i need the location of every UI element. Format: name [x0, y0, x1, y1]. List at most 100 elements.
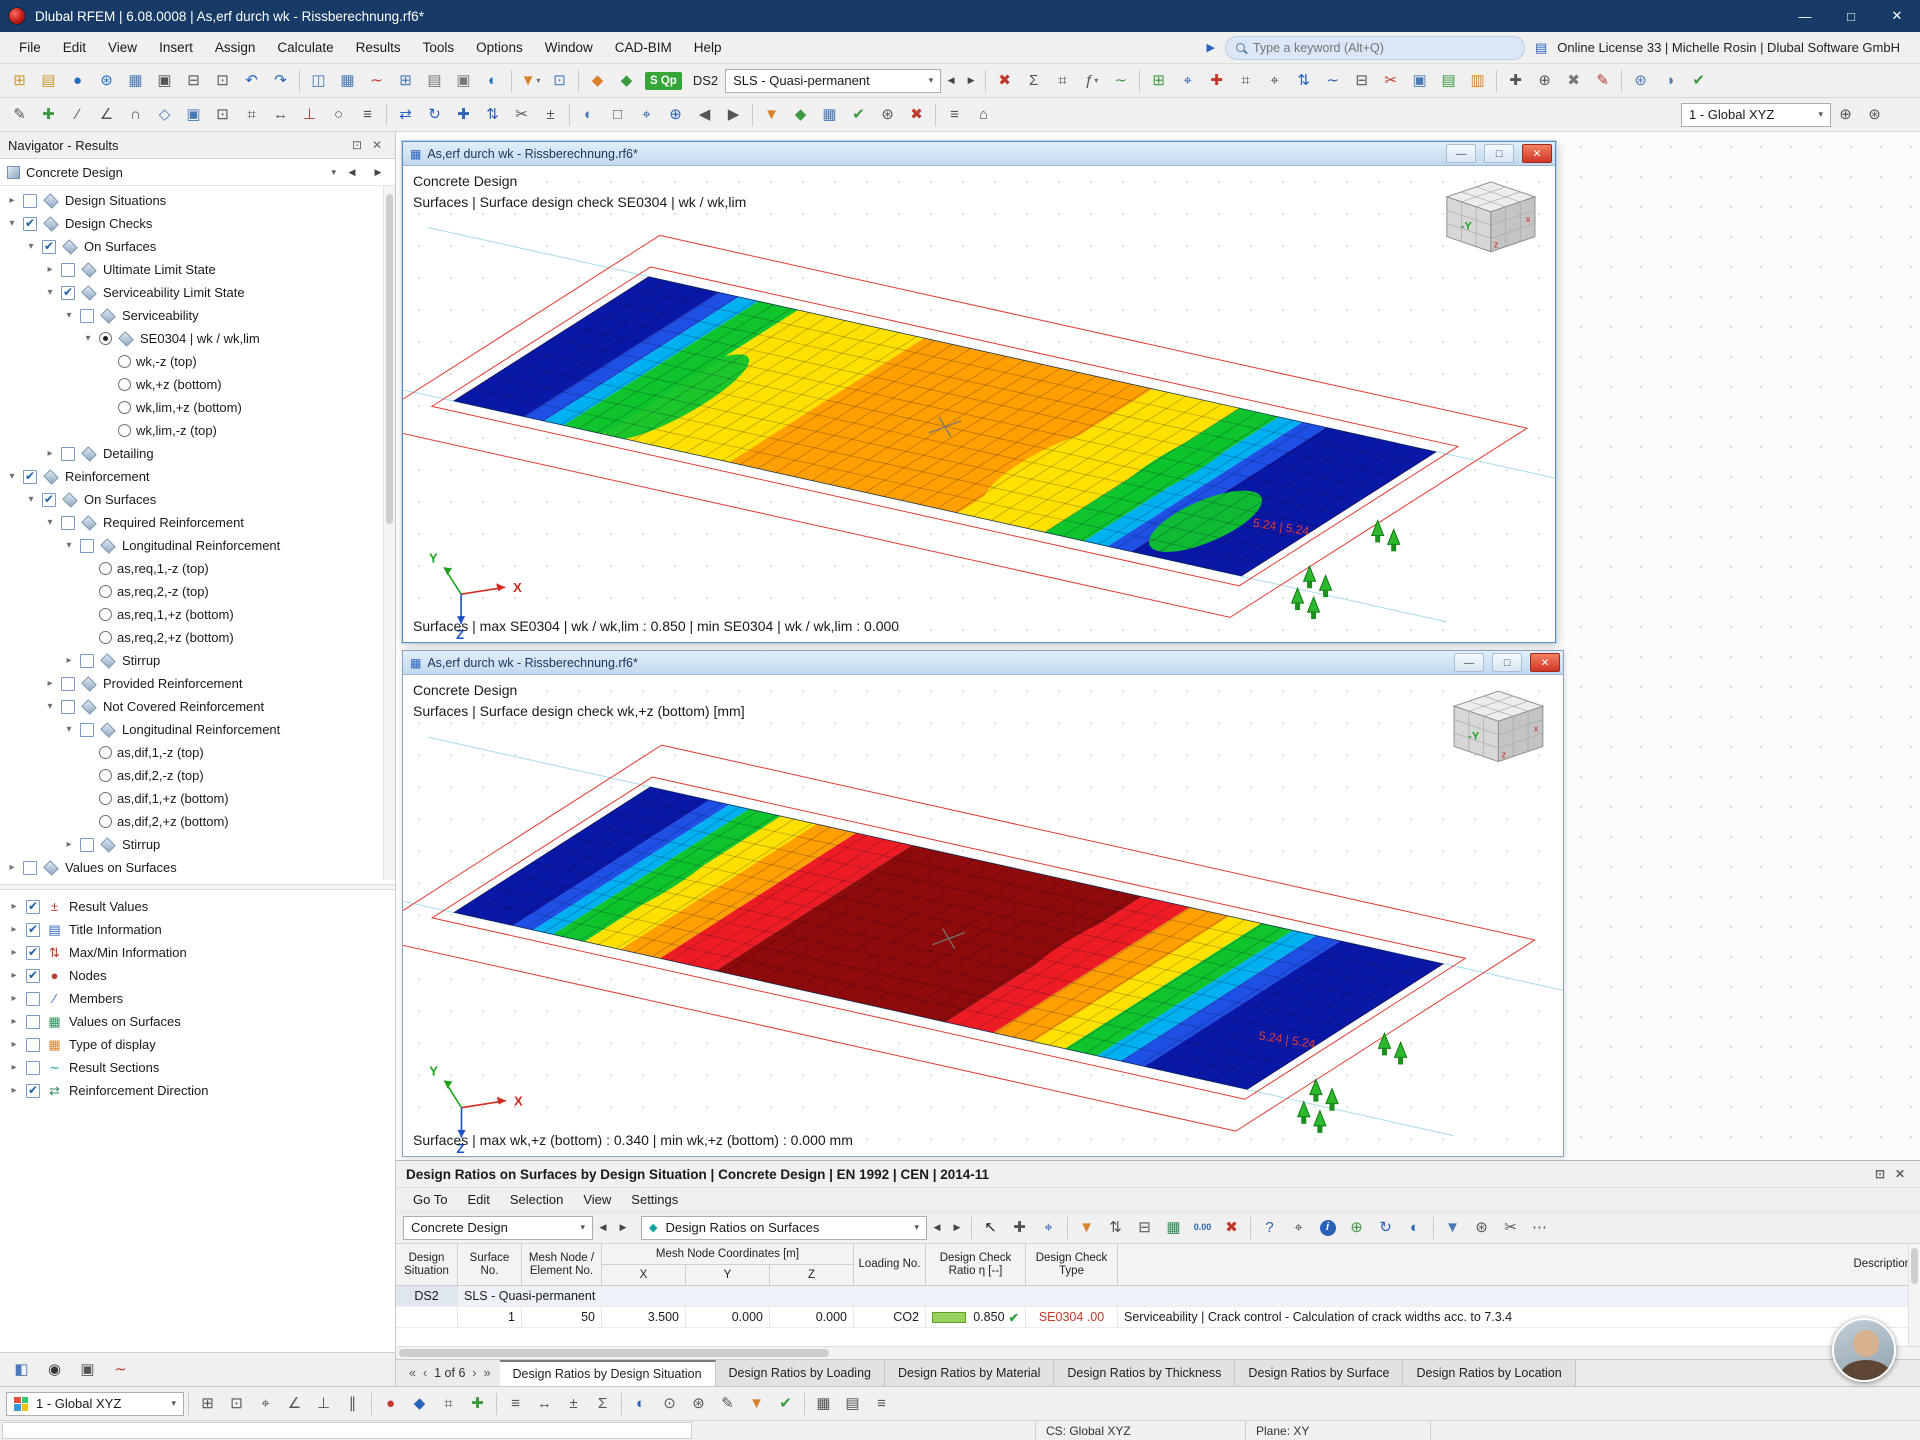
tree-item[interactable]: as,req,2,+z (bottom) — [0, 626, 395, 649]
expander-icon[interactable]: ▸ — [44, 448, 56, 459]
find-node-icon[interactable]: ⌖ — [1174, 67, 1201, 94]
tree-checkbox[interactable] — [80, 837, 94, 852]
expander-icon[interactable]: ▸ — [63, 839, 75, 850]
expander-icon[interactable]: ▾ — [44, 287, 56, 298]
display-option-checkbox[interactable] — [26, 1014, 40, 1029]
expander-icon[interactable]: ▸ — [8, 1039, 20, 1050]
tree-checkbox[interactable] — [61, 676, 75, 691]
expander-icon[interactable]: ▾ — [63, 724, 75, 735]
addon-selector[interactable]: Concrete Design ▾ ◀ ▶ — [0, 159, 395, 186]
axes-icon[interactable]: ✚ — [1203, 67, 1230, 94]
panels-icon[interactable]: ⊞ — [392, 67, 419, 94]
measure-icon[interactable]: ± — [537, 101, 564, 128]
apply-icon[interactable]: ✔ — [1685, 67, 1712, 94]
insert-opening-icon[interactable]: ⊡ — [209, 101, 236, 128]
dlubal-cloud-icon[interactable]: ● — [64, 67, 91, 94]
viewport-close-button[interactable]: ✕ — [1522, 144, 1552, 163]
filter2-icon[interactable]: ▼ — [758, 101, 785, 128]
navigator-scrollbar[interactable] — [383, 186, 395, 880]
expander-icon[interactable]: ▸ — [44, 264, 56, 275]
dimension-icon[interactable]: ↔ — [267, 101, 294, 128]
display-option-checkbox[interactable] — [26, 1083, 40, 1098]
search-icon[interactable]: ⌖ — [1285, 1214, 1312, 1241]
menu-view[interactable]: View — [97, 36, 148, 60]
tree-item[interactable]: as,req,1,+z (bottom) — [0, 603, 395, 626]
viewport-top-titlebar[interactable]: ▦ As,erf durch wk - Rissberechnung.rf6* … — [403, 142, 1555, 166]
import-doc-icon[interactable]: ▥ — [1464, 67, 1491, 94]
tree-item[interactable]: ▾ Serviceability Limit State — [0, 281, 395, 304]
panel-close-icon[interactable]: ✕ — [1890, 1167, 1910, 1181]
expander-icon[interactable]: ▸ — [8, 924, 20, 935]
tab-design-ratios-by-loading[interactable]: Design Ratios by Loading — [715, 1360, 885, 1386]
visibility-toggle-icon[interactable]: ◐ — [627, 1390, 654, 1417]
expander-icon[interactable]: ▸ — [8, 1016, 20, 1027]
display-option-item[interactable]: ▸ ∼ Result Sections — [0, 1056, 395, 1079]
tree-item[interactable]: as,dif,1,-z (top) — [0, 741, 395, 764]
expander-icon[interactable]: ▸ — [8, 1062, 20, 1073]
keyword-search[interactable] — [1224, 35, 1525, 60]
tree-checkbox[interactable] — [42, 239, 56, 254]
views-icon[interactable]: ◐ — [1401, 1214, 1428, 1241]
viewport-maximize-button[interactable]: □ — [1492, 653, 1522, 672]
new-table-icon[interactable]: ▦ — [122, 67, 149, 94]
tab-design-ratios-by-location[interactable]: Design Ratios by Location — [1403, 1360, 1576, 1386]
result-scene-bottom[interactable]: 5.24 | 5.24XYZ-Yxz — [403, 675, 1563, 1156]
viewport-close-button[interactable]: ✕ — [1530, 653, 1560, 672]
edit-pencil-icon[interactable]: ✎ — [1589, 67, 1616, 94]
edit-icon[interactable]: ✎ — [714, 1390, 741, 1417]
array-icon[interactable]: ⇅ — [479, 101, 506, 128]
display-option-item[interactable]: ▸ ● Nodes — [0, 964, 395, 987]
tab-design-ratios-by-material[interactable]: Design Ratios by Material — [884, 1360, 1055, 1386]
view-next-icon[interactable]: ▶ — [720, 101, 747, 128]
insert-solid-icon[interactable]: ▣ — [180, 101, 207, 128]
table-prev-button[interactable]: ◀ — [593, 1216, 613, 1240]
table-view-combo[interactable]: ◆ Design Ratios on Surfaces ▾ — [641, 1215, 927, 1240]
tree-item[interactable]: as,dif,2,+z (bottom) — [0, 810, 395, 833]
tree-checkbox[interactable] — [61, 515, 75, 530]
new-table2-icon[interactable]: ⊞ — [1145, 67, 1172, 94]
display-option-item[interactable]: ▸ ± Result Values — [0, 895, 395, 918]
page-last-button[interactable]: » — [484, 1366, 491, 1380]
tree-checkbox[interactable] — [61, 285, 75, 300]
window-layout-icon[interactable]: ◫ — [305, 67, 332, 94]
expander-icon[interactable]: ▾ — [44, 701, 56, 712]
snap-angle-icon[interactable]: ∠ — [281, 1390, 308, 1417]
result-diagram-icon[interactable]: ∼ — [107, 1356, 134, 1383]
col-coordinates[interactable]: Mesh Node Coordinates [m] — [602, 1244, 854, 1265]
expander-icon[interactable]: ▸ — [6, 195, 18, 206]
tree-checkbox[interactable] — [61, 262, 75, 277]
menu-help[interactable]: Help — [683, 36, 733, 60]
table-menu-go-to[interactable]: Go To — [403, 1192, 457, 1207]
snap-perp-icon[interactable]: ⊥ — [310, 1390, 337, 1417]
visual-frame-icon[interactable]: ⊡ — [546, 67, 573, 94]
window-minimize-button[interactable]: — — [1782, 0, 1828, 32]
expander-icon[interactable]: ▸ — [6, 862, 18, 873]
filter-objects-icon[interactable]: ▼ ▾ — [517, 67, 544, 94]
expander-icon[interactable]: ▸ — [8, 901, 20, 912]
table-vertical-scrollbar[interactable] — [1908, 1244, 1920, 1346]
sets-icon[interactable]: ≡ — [354, 101, 381, 128]
viewport-bottom-canvas[interactable]: Concrete Design Surfaces | Surface desig… — [403, 675, 1563, 1156]
mesh-grid-icon[interactable]: ⌗ — [1232, 67, 1259, 94]
function-icon[interactable]: ƒ ▾ — [1078, 67, 1105, 94]
insert-line-icon[interactable]: ∕ — [64, 101, 91, 128]
open-model-icon[interactable]: ▤ — [35, 67, 62, 94]
panel-float-icon[interactable]: ⊡ — [1870, 1167, 1890, 1181]
tree-checkbox[interactable] — [80, 538, 94, 553]
sort-icon[interactable]: ⇅ — [1102, 1214, 1129, 1241]
navigator-close-icon[interactable]: ✕ — [367, 138, 387, 152]
page-prev-button[interactable]: ‹ — [423, 1366, 427, 1380]
tab-design-ratios-by-surface[interactable]: Design Ratios by Surface — [1235, 1360, 1404, 1386]
load-combinations-icon[interactable]: ◆ — [613, 67, 640, 94]
viewport-minimize-button[interactable]: — — [1446, 144, 1476, 163]
solid-view-icon[interactable]: ▣ — [1406, 67, 1433, 94]
tree-checkbox[interactable] — [23, 216, 37, 231]
calculate-all-icon[interactable]: ✖ — [991, 67, 1018, 94]
undo-icon[interactable]: ↶ — [238, 67, 265, 94]
tree-item[interactable]: ▾ Reinforcement — [0, 465, 395, 488]
tree-checkbox[interactable] — [23, 469, 37, 484]
snap-parallel-icon[interactable]: ∥ — [339, 1390, 366, 1417]
zoom-window-icon[interactable]: ⌖ — [633, 101, 660, 128]
cancel-icon[interactable]: ✖ — [903, 101, 930, 128]
table-layout-icon[interactable]: ▦ — [334, 67, 361, 94]
